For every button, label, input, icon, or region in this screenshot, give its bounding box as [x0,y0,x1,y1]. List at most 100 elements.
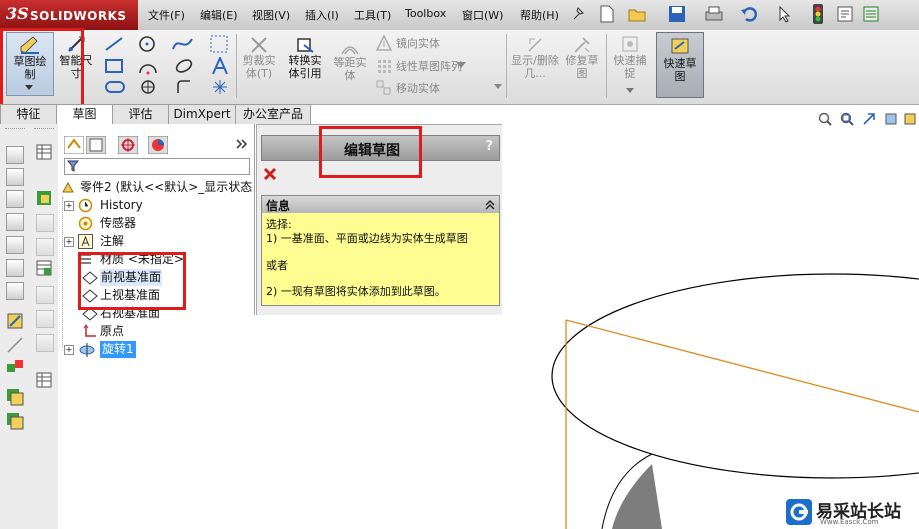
table-icon[interactable] [36,144,52,160]
history-icon [78,198,93,213]
rectangle-tool-icon[interactable] [104,58,124,74]
menu-file[interactable]: 文件(F) [148,7,185,23]
circle-tool-icon[interactable] [138,35,156,53]
isometric-view-icon[interactable] [6,236,24,254]
new-document-icon[interactable] [598,5,616,23]
trim-entities-button[interactable]: 剪裁实体(T) [240,34,278,94]
logo-name: SOLIDWORKS [30,9,127,23]
info-section-header[interactable]: 信息 [261,195,500,214]
print-icon[interactable] [704,5,724,23]
expand-icon[interactable]: + [64,237,74,247]
disabled-tool-icon [36,214,54,232]
menu-view[interactable]: 视图(V) [252,7,290,23]
sketch-picture-icon[interactable] [210,35,228,53]
view-orientation-icon[interactable] [6,146,24,164]
filter-icon [67,160,79,172]
undo-icon[interactable] [740,5,760,23]
linear-array-icon[interactable] [376,58,392,74]
polygon-tool-icon[interactable] [140,79,156,95]
menu-insert[interactable]: 插入(I) [305,7,339,23]
menu-window[interactable]: 窗口(W) [462,7,503,23]
table-green-icon[interactable] [36,260,52,276]
dimetric-view-icon[interactable] [6,282,24,300]
zoom-to-area-icon[interactable] [840,112,854,126]
display-delete-relations-button[interactable]: 显示/删除几... [510,34,560,96]
point-tool-icon[interactable] [212,79,228,95]
tree-filter-box[interactable] [64,158,250,175]
fillet-tool-icon[interactable] [176,79,192,95]
relations-small-icon[interactable] [6,358,24,376]
relations-icon [528,38,542,52]
move-entities-icon[interactable] [376,80,392,96]
help-icon[interactable]: ? [485,139,493,154]
convert-entities-icon [297,38,314,53]
assembly-icon[interactable] [36,190,52,206]
quick-snaps-button[interactable]: 快速捕捉 [610,34,650,96]
tab-office-products[interactable]: 办公室产品 [235,104,311,124]
smart-dimension-small-icon[interactable] [6,336,24,354]
disabled-tool-icon [36,334,54,352]
chevron-down-icon[interactable] [456,62,466,68]
linear-array-label[interactable]: 线性草图阵列 [396,60,462,73]
table-icon-2[interactable] [36,372,52,388]
front-view-icon[interactable] [6,168,24,186]
repair-sketch-button[interactable]: 修复草图 [562,34,602,96]
spline-tool-icon[interactable] [172,35,194,53]
open-folder-icon[interactable] [628,5,648,23]
disabled-tool-icon [36,310,54,328]
configuration-manager-tab-icon[interactable] [118,136,138,154]
arc-tool-icon[interactable] [138,57,158,75]
cancel-x-icon[interactable] [263,167,277,181]
save-icon[interactable] [668,5,686,23]
menu-toolbox[interactable]: Toolbox [405,7,446,20]
repair-sketch-icon [574,37,590,53]
menu-tools[interactable]: 工具(T) [354,7,391,23]
solidworks-logo[interactable]: 3S SOLIDWORKS [0,0,138,30]
sketch-tool-icon[interactable] [6,312,24,330]
tab-sketch[interactable]: 草图 [56,104,113,124]
expand-panel-icon[interactable] [236,138,248,150]
tab-evaluate[interactable]: 评估 [112,104,169,124]
tab-features[interactable]: 特征 [0,104,57,124]
offset-entities-button[interactable]: 等距实体 [330,40,370,94]
menu-help[interactable]: 帮助(H) [520,7,559,23]
top-view-icon[interactable] [6,190,24,208]
menu-edit[interactable]: 编辑(E) [200,7,238,23]
slot-tool-icon[interactable] [104,80,126,94]
previous-view-icon[interactable] [862,112,876,126]
mirror-label[interactable]: 镜向实体 [396,37,440,50]
line-tool-icon[interactable] [104,36,124,52]
property-manager-tab-icon[interactable] [86,136,106,154]
chevron-down-icon[interactable] [494,84,502,89]
pin-icon[interactable] [570,5,586,23]
collapse-chevron-icon[interactable] [485,200,495,210]
info-line-or: 或者 [266,259,288,272]
section-view-icon[interactable] [884,112,898,126]
tree-item-label: 原点 [100,324,125,338]
feature-manager-tab-icon[interactable] [64,136,84,154]
select-cursor-icon[interactable] [778,5,792,23]
mirror-icon[interactable] [376,35,392,51]
ellipse-tool-icon[interactable] [174,57,194,75]
graphics-area[interactable] [502,124,919,529]
options-icon[interactable] [862,5,880,23]
disabled-tool-icon [36,238,54,256]
trimetric-view-icon[interactable] [6,259,24,277]
file-properties-icon[interactable] [836,5,854,23]
layer-icon[interactable] [6,388,24,406]
rebuild-icon[interactable] [812,4,824,24]
expand-icon[interactable]: + [64,201,74,211]
tab-dimxpert[interactable]: DimXpert [168,104,236,124]
right-view-icon[interactable] [6,213,24,231]
view-orientation-small-icon[interactable] [904,112,918,126]
model-view [551,273,919,529]
layer-icon-2[interactable] [6,412,24,430]
move-entities-label[interactable]: 移动实体 [396,82,440,95]
rapid-sketch-button[interactable]: 快速草图 [656,32,704,98]
zoom-to-fit-icon[interactable] [818,112,832,126]
text-tool-icon[interactable] [210,57,230,75]
part-name: 零件2 (默认<<默认>_显示状态 [80,180,253,194]
display-manager-tab-icon[interactable] [148,136,168,154]
expand-icon[interactable]: + [64,345,74,355]
convert-entities-button[interactable]: 转换实体引用 [284,34,326,94]
